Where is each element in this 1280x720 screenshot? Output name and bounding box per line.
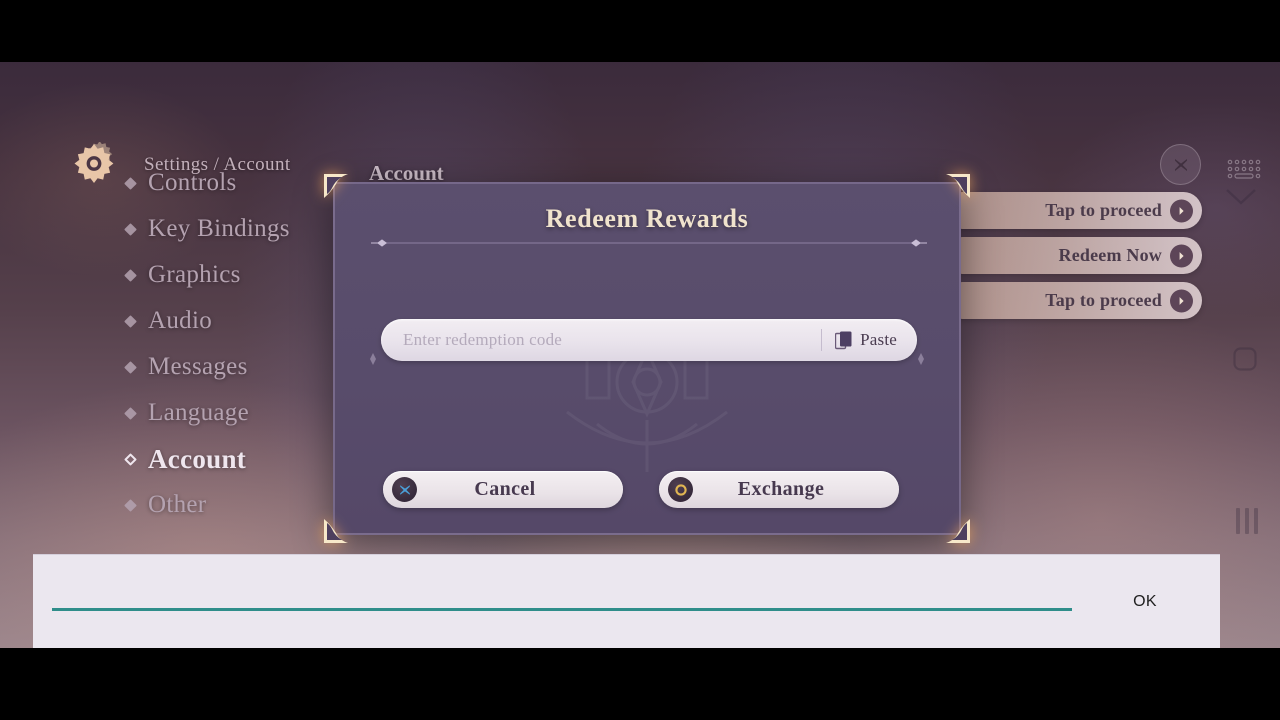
- keyboard-icon[interactable]: [1226, 158, 1262, 180]
- exchange-button[interactable]: Exchange: [659, 471, 899, 508]
- ime-ok-button[interactable]: OK: [1070, 555, 1220, 648]
- sidebar-item-label: Other: [148, 491, 207, 518]
- diamond-bullet-icon: [124, 314, 137, 328]
- square-icon[interactable]: [1232, 346, 1258, 372]
- ime-input-bar: OK: [33, 554, 1220, 648]
- chevron-right-icon: [1170, 244, 1193, 267]
- account-action-list: Tap to proceed Redeem Now Tap to proceed: [944, 192, 1202, 327]
- redemption-code-input[interactable]: [381, 330, 822, 350]
- chevron-right-icon: [1170, 289, 1193, 312]
- sidebar-item-label: Graphics: [148, 261, 241, 288]
- diamond-bullet-icon: [124, 406, 137, 420]
- sidebar-item-label: Account: [148, 443, 247, 474]
- clipboard-icon: [835, 331, 852, 349]
- sidebar-item-label: Key Bindings: [148, 215, 290, 242]
- diamond-bullet-icon: [124, 176, 137, 190]
- breadcrumb: Settings / Account: [144, 154, 291, 175]
- action-row[interactable]: Tap to proceed: [944, 282, 1202, 319]
- redemption-code-field[interactable]: Paste: [381, 319, 917, 361]
- diamond-bullet-icon: [124, 268, 137, 282]
- letterbox-bottom: [0, 648, 1280, 720]
- bars-icon[interactable]: [1236, 508, 1258, 534]
- action-row[interactable]: Redeem Now: [944, 237, 1202, 274]
- action-label: Tap to proceed: [1045, 290, 1162, 310]
- paste-button[interactable]: Paste: [822, 319, 917, 361]
- sidebar-item-label: Audio: [148, 307, 212, 334]
- diamond-bullet-icon: [124, 498, 137, 512]
- cancel-label: Cancel: [474, 478, 536, 500]
- ime-text-input[interactable]: [52, 579, 1072, 611]
- decorative-divider: [371, 239, 927, 247]
- diamond-tick-icon: [370, 352, 376, 365]
- paste-label: Paste: [860, 330, 897, 349]
- diamond-bullet-icon: [124, 452, 137, 466]
- ime-field-wrapper: [33, 555, 1072, 648]
- gear-icon: [74, 142, 114, 183]
- app-screen: Settings / Account Controls Key Bindings…: [0, 0, 1280, 720]
- action-label: Redeem Now: [1058, 245, 1162, 265]
- diamond-bullet-icon: [124, 222, 137, 236]
- close-icon: [1174, 158, 1187, 171]
- cross-icon: [392, 477, 417, 502]
- dialog-title: Redeem Rewards: [545, 204, 749, 233]
- chevron-down-icon[interactable]: [1224, 186, 1258, 208]
- exchange-label: Exchange: [737, 478, 825, 500]
- action-row[interactable]: Tap to proceed: [944, 192, 1202, 229]
- sidebar-item-label: Messages: [148, 353, 248, 380]
- letterbox-top: [0, 0, 1280, 62]
- chevron-right-icon: [1170, 199, 1193, 222]
- action-label: Tap to proceed: [1045, 200, 1162, 220]
- sidebar-item-label: Language: [148, 399, 249, 426]
- top-bar: Settings / Account: [0, 62, 1280, 185]
- redeem-rewards-dialog: Redeem Rewards Enter redemption code Pas…: [324, 174, 970, 636]
- ring-icon: [668, 477, 693, 502]
- close-button[interactable]: [1160, 144, 1201, 185]
- cancel-button[interactable]: Cancel: [383, 471, 623, 508]
- diamond-bullet-icon: [124, 360, 137, 374]
